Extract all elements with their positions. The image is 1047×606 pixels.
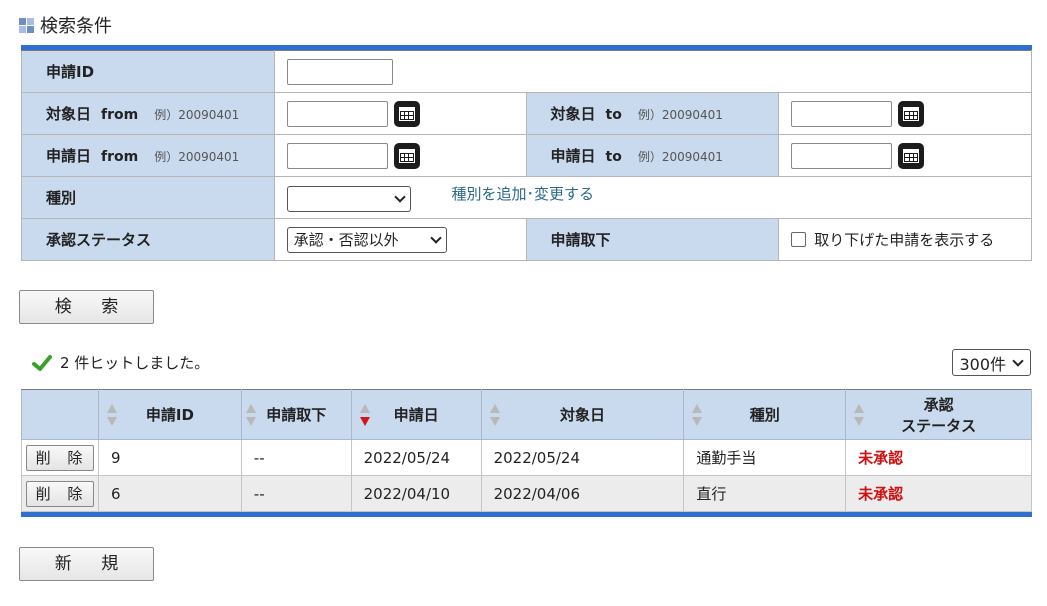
- col-status[interactable]: 承認 ステータス: [845, 389, 1032, 440]
- cell-target-date[interactable]: 2022/05/24: [480, 439, 685, 476]
- chevron-down-icon: [430, 231, 442, 244]
- section-header: 検索条件: [19, 12, 112, 38]
- target-to-input[interactable]: [791, 100, 893, 127]
- table-row[interactable]: 削 除 9 -- 2022/05/24 2022/05/24 通勤手当 未承認: [21, 439, 1032, 476]
- calendar-icon[interactable]: [393, 100, 420, 127]
- search-button[interactable]: 検 索: [19, 290, 154, 324]
- edit-type-link[interactable]: 種別を追加･変更する: [451, 185, 594, 203]
- calendar-icon[interactable]: [898, 142, 925, 169]
- sort-icon[interactable]: [692, 403, 703, 426]
- type-label: 種別: [21, 176, 275, 219]
- per-page-select[interactable]: 300件: [952, 349, 1031, 376]
- target-from-input[interactable]: [286, 100, 388, 127]
- app-id-label: 申請ID: [21, 50, 275, 93]
- cell-target-date[interactable]: 2022/04/06: [480, 475, 685, 512]
- table-row[interactable]: 削 除 6 -- 2022/04/10 2022/04/06 直行 未承認: [21, 475, 1032, 512]
- hit-count-text: 2 件ヒットしました。: [60, 354, 210, 372]
- sort-desc-icon[interactable]: [359, 403, 370, 426]
- show-withdrawn-label[interactable]: 取り下げた申請を表示する: [814, 229, 994, 250]
- cell-id[interactable]: 9: [97, 439, 242, 476]
- status-label: 承認ステータス: [21, 218, 275, 261]
- new-button[interactable]: 新 規: [19, 547, 154, 581]
- grid-icon: [19, 17, 34, 33]
- check-icon: [32, 354, 52, 371]
- cell-apply-date[interactable]: 2022/05/24: [350, 439, 482, 476]
- search-form: 申請ID 対象日 from 例）20090401 対象日 to 例）20090401: [21, 45, 1033, 261]
- results-table-wrap: 申請ID 申請取下 申請日 対象日 種別 承認 ステータス 削 除 9 -- 2…: [21, 389, 1032, 517]
- delete-button[interactable]: 削 除: [26, 444, 94, 471]
- show-withdrawn-checkbox[interactable]: [791, 232, 807, 247]
- calendar-icon[interactable]: [898, 100, 925, 127]
- col-id[interactable]: 申請ID: [97, 389, 242, 440]
- cell-withdraw: --: [240, 475, 352, 512]
- apply-to-label: 申請日 to 例）20090401: [525, 134, 780, 177]
- col-apply-date[interactable]: 申請日: [350, 389, 482, 440]
- apply-from-label: 申請日 from 例）20090401: [21, 134, 275, 177]
- col-delete: [21, 389, 99, 440]
- app-id-input[interactable]: [286, 58, 393, 85]
- sort-icon[interactable]: [854, 403, 865, 426]
- delete-button[interactable]: 削 除: [26, 480, 94, 507]
- cell-withdraw: --: [240, 439, 352, 476]
- calendar-icon[interactable]: [393, 142, 420, 169]
- apply-to-input[interactable]: [791, 142, 893, 169]
- withdraw-label: 申請取下: [525, 218, 780, 261]
- target-from-label: 対象日 from 例）20090401: [21, 92, 275, 135]
- col-target-date[interactable]: 対象日: [480, 389, 685, 440]
- status-select[interactable]: 承認・否認以外: [286, 226, 447, 253]
- section-title: 検索条件: [40, 16, 112, 37]
- cell-type[interactable]: 直行: [683, 475, 847, 512]
- chevron-down-icon: [1012, 354, 1024, 367]
- sort-icon[interactable]: [106, 403, 117, 426]
- cell-status[interactable]: 未承認: [845, 475, 1032, 512]
- type-select[interactable]: [286, 186, 411, 212]
- results-table: 申請ID 申請取下 申請日 対象日 種別 承認 ステータス 削 除 9 -- 2…: [21, 389, 1032, 512]
- cell-apply-date[interactable]: 2022/04/10: [350, 475, 482, 512]
- apply-from-input[interactable]: [286, 142, 388, 169]
- cell-id[interactable]: 6: [97, 475, 242, 512]
- col-type[interactable]: 種別: [683, 389, 847, 440]
- cell-type[interactable]: 通勤手当: [683, 439, 847, 476]
- chevron-down-icon: [394, 191, 406, 203]
- sort-icon[interactable]: [489, 403, 500, 426]
- hit-count: 2 件ヒットしました。: [32, 352, 209, 373]
- cell-status[interactable]: 未承認: [845, 439, 1032, 476]
- sort-icon[interactable]: [245, 403, 256, 426]
- target-to-label: 対象日 to 例）20090401: [525, 92, 780, 135]
- col-withdraw[interactable]: 申請取下: [240, 389, 352, 440]
